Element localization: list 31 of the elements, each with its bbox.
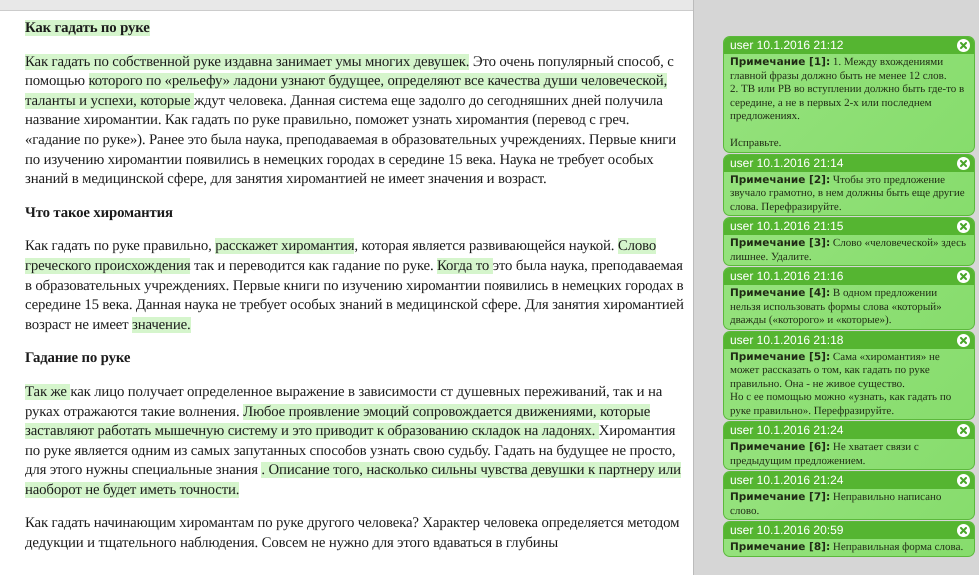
close-icon[interactable]	[957, 220, 970, 233]
comment-author-date: user 10.1.2016 21:24	[730, 422, 844, 439]
comment-author-date: user 10.1.2016 21:12	[730, 37, 844, 54]
comment-text: Примечание [7]: Неправильно написано слово.	[729, 490, 942, 518]
comment-text: Примечание [8]: Неправильная форма слова.	[729, 540, 964, 555]
comment-text: Примечание [1]: 1. Между вхождениями главной фразы должно быть не менее 12 слов. 2. ТВ или РВ во вступлении должно быть где-то в середине, а не в первых 2-х или последнем предложениях. Исправьте.	[729, 55, 966, 151]
section-heading: Как гадать по руке	[25, 19, 151, 38]
comment-author-date: user 10.1.2016 20:59	[730, 522, 844, 539]
close-icon[interactable]	[957, 39, 970, 52]
paragraph: Как гадать начинающим хиромантам по руке другого человека? Характер человека определяется методом дедукции и тщательного наблюдения. Совсем не нужно для этого вдаваться в глубины	[25, 514, 680, 554]
section-heading: Что такое хиромантия	[25, 204, 174, 223]
comment-text: Примечание [6]: Не хватает связи с предыдущим предложением.	[729, 440, 920, 468]
comment-text: Примечание [4]: В одном предложении нельзя использовать формы слова «который» дважды («которого» и «которые»).	[729, 286, 943, 328]
comment-author-date: user 10.1.2016 21:14	[730, 154, 844, 172]
comment-author-date: user 10.1.2016 21:15	[730, 218, 844, 235]
comment-author-date: user 10.1.2016 21:18	[730, 332, 844, 348]
close-icon[interactable]	[957, 424, 970, 437]
close-icon[interactable]	[957, 524, 970, 537]
close-icon[interactable]	[957, 474, 970, 487]
close-icon[interactable]	[957, 334, 970, 346]
paragraph: Так же как лицо получает определенное выражение в зависимости ст душевных переживаний, так и на руках отражаются такие волнения. Любое проявление эмоций сопровождается движениями, которые заставляют работать мышечную систему и это приводит к образованию складок на ладонях. Хиромантия по руке является одним из самых запутанных способов узнать свою судьбу. Гадать на будущее не просто, для этого нужны специальные знания . Описание того, насколько сильны чувства девушки к партнеру или наоборот не будет иметь точности.	[25, 382, 682, 500]
close-icon[interactable]	[957, 270, 970, 283]
section-heading: Гадание по руке	[25, 349, 132, 368]
comment-text: Примечание [2]: Чтобы это предложение звучало грамотно, в нем должны быть еще другие слова. Перефразируйте.	[729, 172, 966, 214]
comment-text: Примечание [3]: Слово «человеческой» здесь лишнее. Удалите.	[729, 236, 968, 264]
comment-text: Примечание [5]: Сама «хиромантия» не может рассказать о том, как гадать по руке правильно. Она - не живое существо. Но с ее помощью можно «узнать, как гадать по руке правильно». Перефразируйте.	[729, 350, 952, 418]
close-icon[interactable]	[957, 156, 970, 170]
comment-author-date: user 10.1.2016 21:16	[730, 268, 844, 285]
paragraph: Как гадать по руке правильно, расскажет хиромантия, которая является развивающейся наукой. Слово греческого происхождения так и переводится как гадание по руке. Когда то это была наука, преподаваемая в образовательных учреждениях. Первые книги по изучению хиромантии появились в немецких городах в середине 15 века. Данная наука не требует особых знаний в медицинской сфере. Для занятия хиромантией возраст не имеет значение.	[25, 237, 685, 335]
comment-author-date: user 10.1.2016 21:24	[730, 472, 844, 489]
paragraph: Как гадать по собственной руке издавна занимает умы многих девушек. Это очень популярный способ, с помощью которого по «рельефу» ладони узнают будущее, определяют все качества души человеческой, таланты и успехи, которые ждут человека. Данная система еще задолго до сегодняшних дней получила название хиромантии. Как гадать по руке правильно, поможет узнать хиромантия (перевод с греч. «гадание по руке»). Ранее это была наука, преподаваемая в образовательных учреждениях. Первые книги по изучению хиромантии появились в немецких городах в середине 15 века. Наука не требует особых знаний в медицинской сфере, для занятия хиромантией не имеет значения и возраст.	[25, 52, 677, 190]
